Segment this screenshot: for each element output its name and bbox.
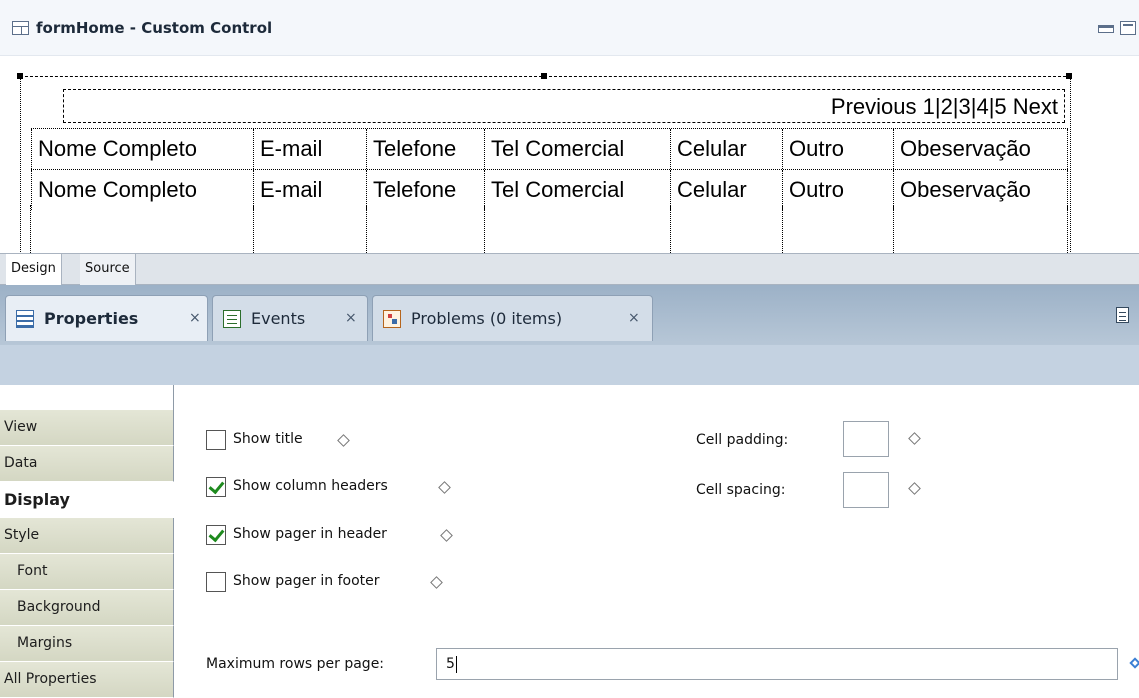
close-icon[interactable]: × [628,310,640,326]
nav-item-background[interactable]: Background [0,590,174,626]
grid-divider [670,205,671,253]
design-canvas[interactable]: Previous 1|2|3|4|5 Next Nome Completo E-… [0,56,1139,253]
panel-menu-icon[interactable] [1116,307,1129,323]
max-rows-input[interactable]: 5 [436,648,1118,680]
column-header[interactable]: Celular [671,129,783,169]
tab-properties-label: Properties [44,309,139,328]
tab-events-label: Events [251,309,306,328]
properties-nav: View Data Display Style Font Background … [0,385,174,698]
minimize-icon[interactable] [1098,25,1114,33]
editor-title: formHome - Custom Control [36,19,273,37]
column-header[interactable]: Telefone [367,129,485,169]
show-pager-footer-label: Show pager in footer [233,573,380,589]
header-row: Nome Completo E-mail Telefone Tel Comerc… [31,128,1068,169]
resize-handle[interactable] [1066,73,1072,79]
computed-diamond-icon[interactable] [430,576,443,589]
computed-diamond-icon[interactable] [438,481,451,494]
column-cell[interactable]: E-mail [254,170,367,210]
tab-problems[interactable]: Problems (0 items) × [372,295,653,341]
grid-divider [782,205,783,253]
tab-events[interactable]: Events × [212,295,368,341]
column-header[interactable]: Tel Comercial [485,129,671,169]
tab-source[interactable]: Source [80,254,136,285]
computed-diamond-icon[interactable] [908,482,921,495]
tab-design[interactable]: Design [6,254,62,285]
grid-lines [30,205,1068,253]
grid-divider [253,205,254,253]
view-tab-bar: Properties × Events × Problems (0 items)… [0,285,1139,345]
column-header[interactable]: Outro [783,129,894,169]
cell-padding-input[interactable] [843,421,889,457]
grid-divider [30,205,31,253]
properties-table-icon [16,310,34,328]
maximize-icon[interactable] [1120,21,1136,35]
properties-body: View Data Display Style Font Background … [0,385,1139,698]
view-panel[interactable]: Previous 1|2|3|4|5 Next Nome Completo E-… [17,73,1072,253]
show-pager-header-checkbox[interactable] [206,525,226,545]
close-icon[interactable]: × [345,310,357,326]
column-cell[interactable]: Celular [671,170,783,210]
computed-diamond-icon[interactable] [440,529,453,542]
nav-item-display[interactable]: Display [0,482,174,518]
show-column-headers-checkbox[interactable] [206,477,226,497]
grid-divider [366,205,367,253]
nav-item-font[interactable]: Font [0,554,174,590]
data-row: Nome Completo E-mail Telefone Tel Comerc… [31,169,1068,210]
pager[interactable]: Previous 1|2|3|4|5 Next [63,89,1065,123]
computed-diamond-icon[interactable] [1129,657,1139,669]
column-header[interactable]: Obeservação [894,129,1068,169]
nav-item-view[interactable]: View [0,410,174,446]
editor-tab-bar: Design Source [0,253,1139,285]
column-cell[interactable]: Obeservação [894,170,1068,210]
grid-divider [484,205,485,253]
show-pager-header-label: Show pager in header [233,526,387,542]
show-title-label: Show title [233,431,303,447]
column-header[interactable]: Nome Completo [31,129,254,169]
properties-toolbar-area [0,345,1139,385]
form-icon [12,21,29,35]
tab-properties[interactable]: Properties × [5,295,208,341]
cell-spacing-input[interactable] [843,472,889,508]
problems-icon [383,310,401,328]
max-rows-label: Maximum rows per page: [206,656,385,672]
show-column-headers-label: Show column headers [233,478,388,494]
grid-divider [893,205,894,253]
events-icon [223,310,241,328]
resize-handle[interactable] [17,73,23,79]
nav-item-data[interactable]: Data [0,446,174,482]
column-cell[interactable]: Outro [783,170,894,210]
nav-spacer [0,385,174,410]
cell-padding-label: Cell padding: [696,432,789,448]
close-icon[interactable]: × [189,310,201,326]
editor-titlebar: formHome - Custom Control [0,0,1139,56]
grid-divider [1067,205,1068,253]
nav-item-style[interactable]: Style [0,518,174,554]
pager-text[interactable]: Previous 1|2|3|4|5 Next [831,94,1058,120]
show-title-checkbox[interactable] [206,430,226,450]
tab-problems-label: Problems (0 items) [411,309,563,328]
column-header[interactable]: E-mail [254,129,367,169]
column-cell[interactable]: Tel Comercial [485,170,671,210]
nav-item-margins[interactable]: Margins [0,626,174,662]
cell-spacing-label: Cell spacing: [696,482,786,498]
resize-handle[interactable] [541,73,547,79]
display-options: Show title Show column headers Show page… [174,385,1139,693]
column-cell[interactable]: Nome Completo [31,170,254,210]
computed-diamond-icon[interactable] [908,432,921,445]
column-cell[interactable]: Telefone [367,170,485,210]
show-pager-footer-checkbox[interactable] [206,572,226,592]
computed-diamond-icon[interactable] [337,434,350,447]
